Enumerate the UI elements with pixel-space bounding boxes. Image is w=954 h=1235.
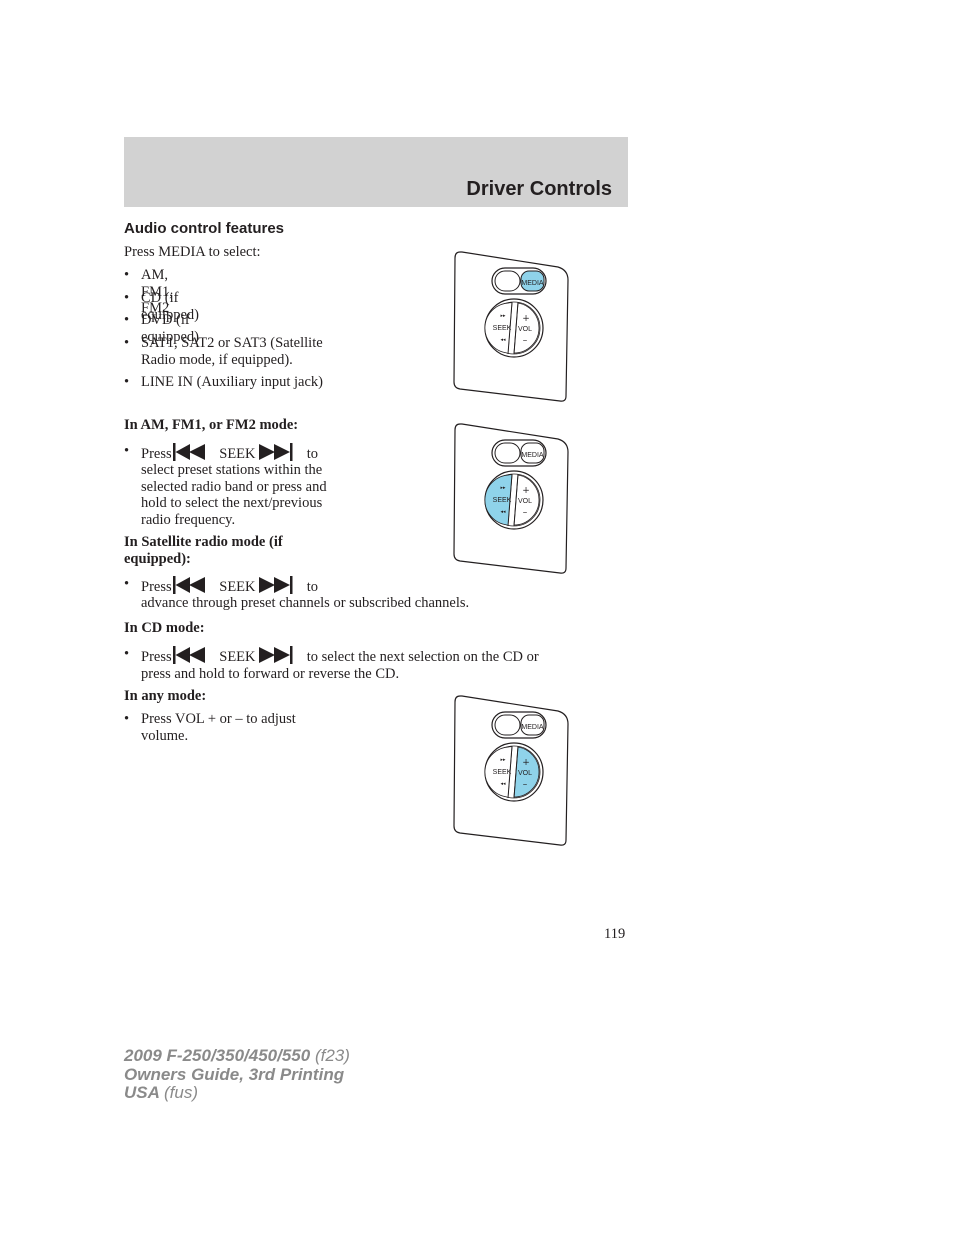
seek-up-icon: ▸▸ (500, 757, 506, 763)
seek-back-icon (172, 443, 205, 461)
seek-text: SEEK (219, 446, 256, 462)
media-label: MEDIA (521, 452, 544, 459)
satellite-mode-heading: In Satellite radio mode (if equipped): (124, 534, 283, 567)
seek-down-icon: ◂◂ (500, 509, 506, 515)
text-line: radio frequency. (141, 511, 236, 528)
bullet-icon: • (124, 576, 130, 592)
satellite-mode-description: advance through preset channels or subsc… (141, 595, 470, 611)
to-text: to (306, 446, 319, 462)
radio-mode-description: select preset stations within the select… (141, 462, 327, 528)
blank-button (494, 270, 521, 292)
vol-minus-icon: – (523, 508, 528, 518)
seek-text: SEEK (219, 579, 256, 595)
seek-down-icon: ◂◂ (500, 781, 506, 787)
media-label: MEDIA (521, 724, 544, 731)
media-label: MEDIA (521, 280, 544, 287)
seek-down-icon: ◂◂ (500, 337, 506, 343)
heading-line: In Satellite radio mode (if (124, 534, 283, 550)
text-line: Press VOL + or – to adjust (141, 711, 296, 727)
list-item: • SAT1, SAT2 or SAT3 (Satellite Radio mo… (124, 335, 384, 369)
seek-label: SEEK (493, 325, 512, 332)
blank-button (494, 714, 521, 736)
radio-mode-heading: In AM, FM1, or FM2 mode: (124, 417, 299, 433)
control-panel-illustration-vol: MEDIA SEEK ▸▸ ◂◂ VOL + – (453, 695, 569, 846)
vol-label: VOL (518, 498, 532, 505)
footer: 2009 F-250/350/450/550 (f23) Owners Guid… (124, 1046, 350, 1103)
vol-label: VOL (518, 326, 532, 333)
bullet-icon: • (124, 443, 130, 459)
vol-minus-icon: – (523, 336, 528, 346)
seek-forward-icon (259, 576, 293, 594)
bullet-icon: • (124, 290, 130, 306)
heading-line: equipped): (124, 550, 191, 567)
header-band: Driver Controls (124, 137, 628, 207)
seek-forward-icon (259, 443, 293, 461)
seek-text: SEEK (219, 649, 256, 665)
seek-label: SEEK (493, 497, 512, 504)
bullet-icon: • (124, 267, 130, 283)
list-item-text: SAT1, SAT2 or SAT3 (Satellite (141, 335, 323, 351)
cd-mode-description: press and hold to forward or reverse the… (141, 666, 400, 682)
seek-back-icon (172, 646, 205, 664)
section-title: Audio control features (124, 220, 285, 237)
text-line: volume. (141, 727, 189, 744)
press-text: Press (141, 579, 172, 595)
seek-label: SEEK (493, 769, 512, 776)
bullet-icon: • (124, 312, 130, 328)
bullet-icon: • (124, 374, 130, 390)
any-mode-heading: In any mode: (124, 688, 207, 704)
intro-text: Press MEDIA to select: (124, 244, 261, 260)
footer-model: 2009 F-250/350/450/550 (124, 1046, 311, 1065)
vol-label: VOL (518, 770, 532, 777)
seek-back-icon (172, 576, 205, 594)
vol-plus-icon: + (522, 486, 530, 496)
blank-button (494, 442, 521, 464)
seek-up-icon: ▸▸ (500, 485, 506, 491)
press-text: Press (141, 649, 172, 665)
vol-plus-icon: + (522, 314, 530, 324)
vol-minus-icon: – (523, 780, 528, 790)
footer-market-code: (fus) (164, 1083, 198, 1102)
bullet-icon: • (124, 711, 130, 727)
bullet-icon: • (124, 646, 130, 662)
text-line: hold to select the next/previous (141, 495, 323, 511)
footer-edition: Owners Guide, 3rd Printing (124, 1064, 345, 1084)
cd-mode-heading: In CD mode: (124, 620, 205, 636)
footer-market: USA (124, 1083, 160, 1102)
list-item-text: Radio mode, if equipped). (141, 351, 293, 368)
chapter-title: Driver Controls (466, 178, 612, 200)
to-text: to (306, 579, 319, 595)
seek-forward-icon (259, 646, 293, 664)
text-line: selected radio band or press and (141, 478, 327, 495)
press-text: Press (141, 446, 172, 462)
control-panel-illustration-seek: MEDIA SEEK ▸▸ ◂◂ VOL + – (453, 423, 569, 574)
page-number: 119 (604, 926, 626, 942)
footer-code: (f23) (314, 1046, 350, 1065)
control-panel-illustration-media: MEDIA SEEK ▸▸ ◂◂ VOL + – (453, 251, 569, 402)
text-line: select preset stations within the (141, 462, 323, 478)
cd-text: to select the next selection on the CD o… (306, 649, 539, 665)
bullet-icon: • (124, 335, 130, 351)
seek-up-icon: ▸▸ (500, 313, 506, 319)
vol-plus-icon: + (522, 758, 530, 768)
